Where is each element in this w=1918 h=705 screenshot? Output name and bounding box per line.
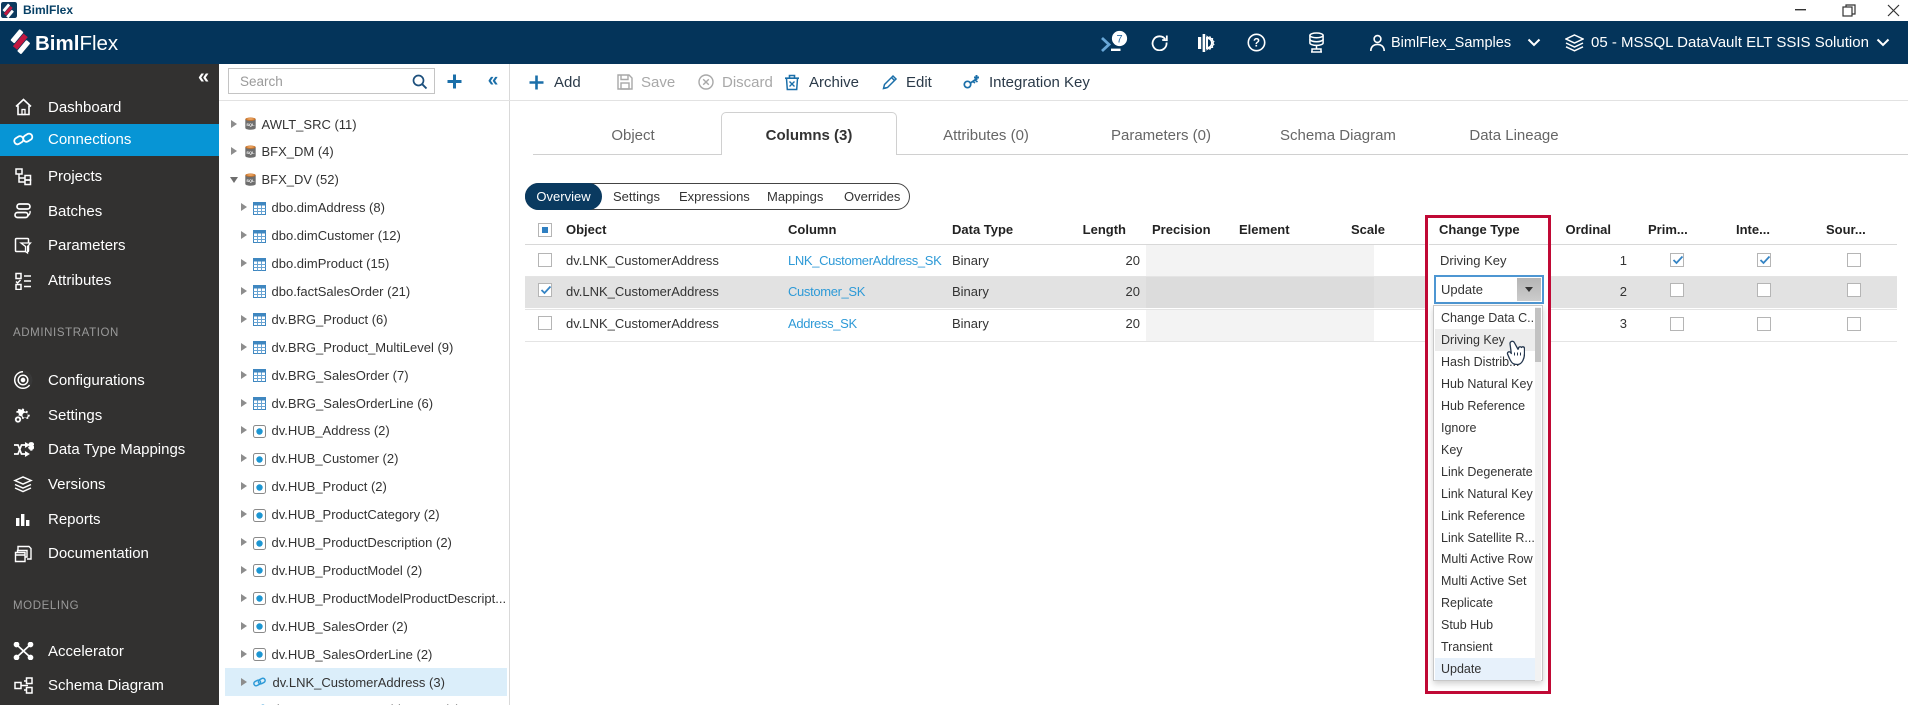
svg-text:SQL: SQL [246,178,255,183]
svg-text:SQL: SQL [246,150,255,155]
svg-text:SQL: SQL [246,122,255,127]
svg-text:?: ? [1252,38,1259,50]
svg-text:7: 7 [1116,33,1122,45]
svg-text:$: $ [29,442,34,451]
